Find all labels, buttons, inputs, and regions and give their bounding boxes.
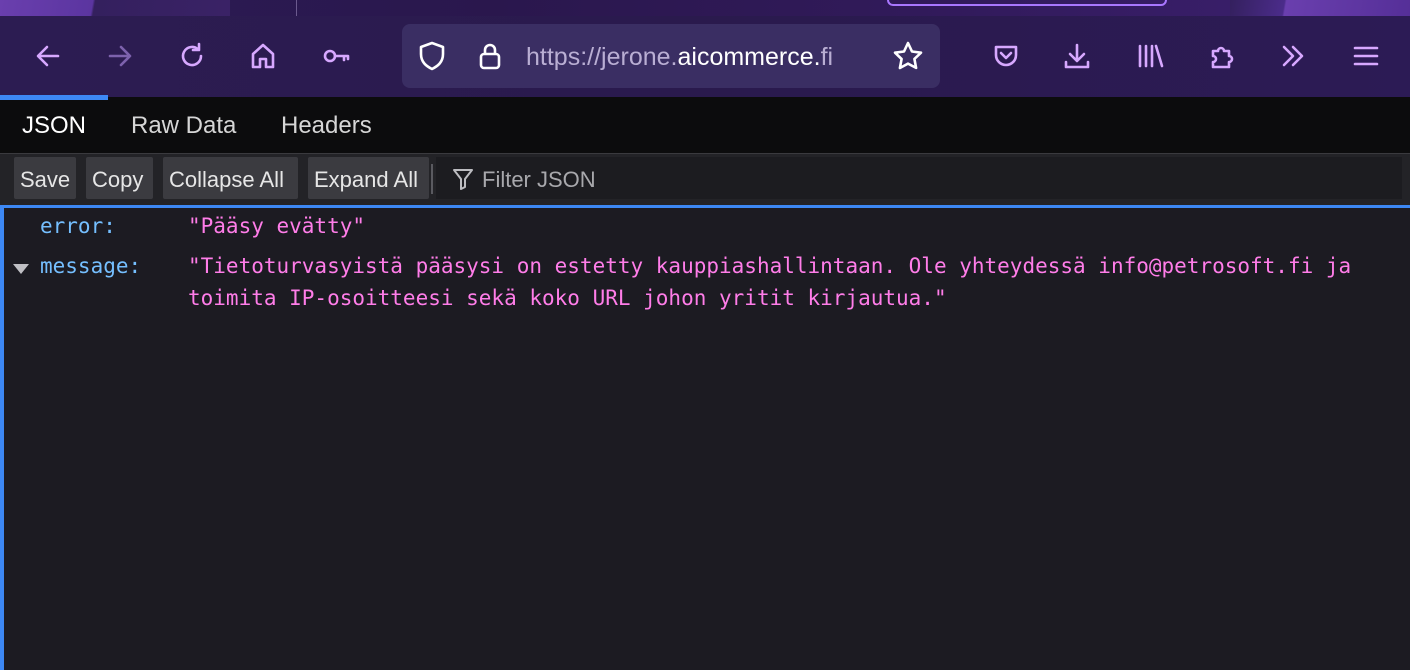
site-info-button[interactable] [474,40,506,72]
download-icon [1064,43,1090,69]
json-row-message[interactable]: message: "Tietoturvasyistä pääsysi on es… [0,254,1410,318]
tab-json[interactable]: JSON [0,97,109,153]
tab-separator [296,0,297,16]
lock-icon [479,43,501,70]
library-icon [1138,44,1164,68]
save-button[interactable]: Save [14,157,76,199]
extensions-icon [1211,46,1234,69]
json-row-error[interactable]: error: "Pääsy evätty" [0,214,1410,244]
downloads-button[interactable] [1057,36,1097,76]
home-icon [251,43,275,69]
json-string-value-continued: toimita IP-osoitteesi sekä koko URL joho… [188,286,947,310]
tracking-protection-button[interactable] [416,40,448,72]
json-string-value: "Tietoturvasyistä pääsysi on estetty kau… [188,254,1352,278]
json-toolbar: Save Copy Collapse All Expand All [0,154,1410,208]
filter-icon [453,169,473,190]
menu-icon [1353,46,1379,66]
json-string-value: "Pääsy evätty" [188,214,366,238]
shield-icon [419,41,445,71]
collapse-twisty-icon[interactable] [13,264,29,274]
star-icon [893,41,923,70]
back-button[interactable] [28,36,68,76]
address-bar[interactable]: https://jerone.aicommerce.fi [402,24,940,88]
copy-button[interactable]: Copy [86,157,153,199]
url-tld: fi [820,43,834,71]
bookmark-star-button[interactable] [892,40,924,72]
url-scheme: https:// [526,43,602,71]
reload-button[interactable] [172,36,212,76]
browser-tab[interactable] [887,0,1167,6]
back-arrow-icon [36,45,60,67]
pocket-icon [994,45,1018,67]
json-viewer-tabs: JSON Raw Data Headers [0,97,1410,154]
overflow-chevron-icon [1282,45,1304,67]
filter-json-input[interactable] [480,161,1384,199]
tab-raw-data[interactable]: Raw Data [131,97,236,153]
app-menu-button[interactable] [1346,36,1386,76]
filter-box [436,157,1402,199]
navigation-toolbar: https://jerone.aicommerce.fi [0,16,1410,98]
forward-button[interactable] [100,36,140,76]
key-icon [323,49,350,63]
library-button[interactable] [1130,36,1170,76]
saved-logins-button[interactable] [316,36,356,76]
extensions-button[interactable] [1202,36,1242,76]
json-key: error: [40,214,116,238]
pocket-button[interactable] [986,36,1026,76]
json-key: message: [40,254,142,278]
tab-headers[interactable]: Headers [281,97,372,153]
reload-icon [181,42,203,67]
url-domain: aicommerce. [677,43,821,71]
url-text[interactable]: https://jerone.aicommerce.fi [526,41,876,73]
expand-all-button[interactable]: Expand All [308,157,429,199]
overflow-menu-button[interactable] [1273,36,1313,76]
home-button[interactable] [243,36,283,76]
forward-arrow-icon [108,45,132,67]
tab-strip-decoration [0,0,230,16]
url-subdomain: jerone. [601,43,678,71]
tab-strip-decoration-right [1230,0,1410,16]
collapse-all-button[interactable]: Collapse All [163,157,298,199]
toolbar-divider [431,164,433,194]
tab-strip [0,0,1410,16]
json-tree: error: "Pääsy evätty" message: "Tietotur… [0,208,1410,670]
